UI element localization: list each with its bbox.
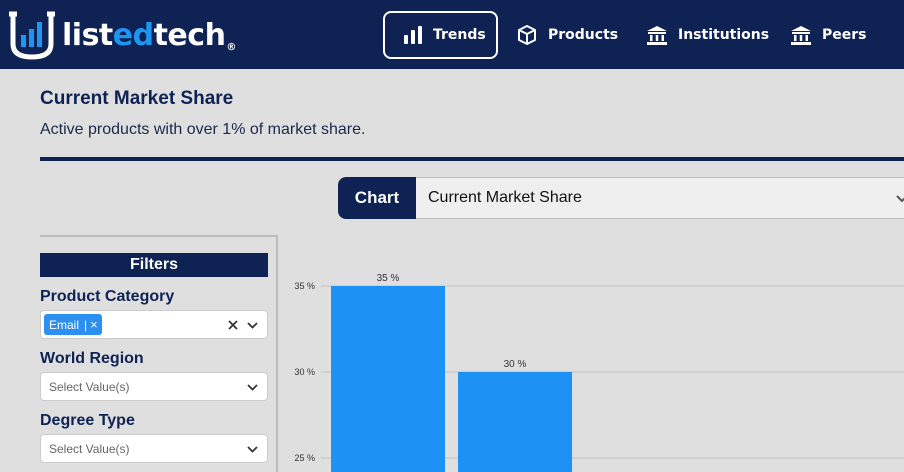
cube-icon <box>518 25 536 45</box>
degree-type-select[interactable]: Select Value(s) <box>40 434 268 463</box>
bar-data-label: 35 % <box>377 273 400 284</box>
logo-shield-icon <box>9 11 55 60</box>
selected-tag-email: Email | × <box>44 314 102 335</box>
market-share-chart: 25 % 30 % 35 % 35 % 30 % <box>278 237 904 472</box>
page-title: Current Market Share <box>40 88 234 109</box>
brand-logo[interactable]: listedtech® <box>8 6 236 62</box>
world-region-select[interactable]: Select Value(s) <box>40 372 268 401</box>
chevron-down-icon[interactable] <box>246 443 259 456</box>
nav-peers-label: Peers <box>822 27 867 43</box>
nav-institutions-button[interactable]: Institutions <box>646 11 769 59</box>
degree-type-label: Degree Type <box>40 412 135 429</box>
filters-top-border <box>40 235 278 237</box>
chevron-down-icon[interactable] <box>246 319 259 332</box>
y-tick-label: 35 % <box>294 281 315 291</box>
tag-label: Email <box>49 317 80 332</box>
chevron-down-icon[interactable] <box>246 381 259 394</box>
world-region-placeholder: Select Value(s) <box>49 379 130 394</box>
tag-remove-icon[interactable]: × <box>90 317 98 332</box>
bar-data-label: 30 % <box>504 359 527 370</box>
bar[interactable] <box>331 286 445 472</box>
page-subtitle: Active products with over 1% of market s… <box>40 121 366 138</box>
nav-trends-button[interactable]: Trends <box>383 11 498 59</box>
filters-heading: Filters <box>40 253 268 277</box>
top-navbar: listedtech® Trends Products Institutions <box>0 0 904 69</box>
nav-products-button[interactable]: Products <box>516 11 618 59</box>
y-tick-label: 30 % <box>294 367 315 377</box>
world-region-label: World Region <box>40 350 144 367</box>
nav-peers-button[interactable]: Peers <box>790 11 867 59</box>
logo-wordmark: listedtech® <box>62 17 236 53</box>
chart-selector[interactable]: Chart Current Market Share <box>338 177 904 219</box>
institution-icon <box>791 26 811 45</box>
institution-icon <box>647 26 667 45</box>
chart-selector-value: Current Market Share <box>428 189 582 206</box>
chart-selector-dropdown[interactable]: Current Market Share <box>416 177 904 219</box>
nav-products-label: Products <box>548 27 619 43</box>
title-divider <box>40 157 904 161</box>
clear-icon[interactable] <box>227 319 239 331</box>
degree-type-placeholder: Select Value(s) <box>49 441 130 456</box>
bar-chart: 25 % 30 % 35 % 35 % 30 % <box>294 273 904 472</box>
nav-trends-label: Trends <box>433 27 486 43</box>
product-category-label: Product Category <box>40 288 175 305</box>
bar-chart-icon <box>404 26 422 44</box>
y-tick-label: 25 % <box>294 453 315 463</box>
chart-selector-label: Chart <box>338 177 416 219</box>
chevron-down-icon[interactable] <box>894 190 904 206</box>
nav-institutions-label: Institutions <box>678 27 770 43</box>
product-category-select[interactable]: Email | × <box>40 310 268 339</box>
tag-separator: | <box>84 317 88 332</box>
bar[interactable] <box>458 372 572 472</box>
